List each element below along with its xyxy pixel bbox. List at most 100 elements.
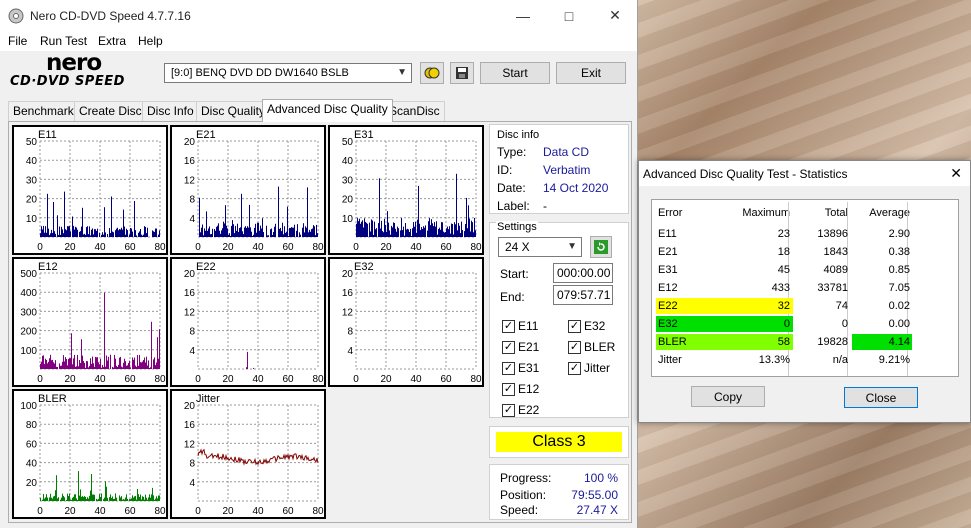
series-bar [245,226,246,237]
y-tick-label: 30 [26,175,38,186]
tab-disc-info[interactable]: Disc Info [142,101,199,121]
statistics-dialog: Advanced Disc Quality Test - Statistics … [638,160,971,423]
series-bar [77,354,78,369]
checkbox-label: E21 [518,340,540,354]
checkbox-e32[interactable]: ✓ E32 [568,319,605,333]
close-button[interactable]: Close [844,387,918,408]
tab-create-disc[interactable]: Create Disc [74,101,147,121]
series-bar [141,234,142,237]
series-bar [64,191,65,237]
series-bar [455,224,456,237]
series-bar [139,496,140,501]
checkbox-jitter[interactable]: ✓ Jitter [568,361,610,375]
series-bar [50,354,51,369]
logo-cddvd-text: CD·DVD SPEED [10,74,125,89]
series-bar [308,232,309,237]
series-bar [139,354,140,369]
app-icon [8,8,24,24]
series-bar [55,490,56,501]
copy-button[interactable]: Copy [691,386,765,407]
y-tick-label: 40 [26,156,38,167]
series-bar [126,365,127,369]
series-bar [83,361,84,369]
series-bar [235,225,236,237]
drive-select[interactable]: [9:0] BENQ DVD DD DW1640 BSLB ▼ [164,63,412,83]
series-bar [73,496,74,501]
save-button[interactable] [450,62,474,84]
checkbox-label: E11 [518,319,539,333]
stats-cell-avg: 4.14 [888,336,910,348]
x-tick-label: 0 [37,374,43,385]
refresh-button[interactable] [590,236,612,258]
x-tick-label: 20 [64,242,76,253]
series-bar [144,499,145,501]
series-bar [153,359,154,369]
series-bar [133,497,134,501]
x-tick-label: 0 [37,506,43,517]
series-bar [86,227,87,237]
menu-help[interactable]: Help [138,34,163,48]
checkbox-e31[interactable]: ✓ E31 [502,361,539,375]
refresh-icon [594,240,608,254]
series-bar [468,205,469,237]
series-bar [414,226,415,237]
y-tick-label: 20 [184,401,196,412]
series-bar [302,227,303,237]
series-bar [218,223,219,237]
x-tick-label: 20 [222,374,234,385]
checkbox-bler[interactable]: ✓ BLER [568,340,615,354]
series-bar [109,228,110,237]
maximize-icon[interactable]: □ [546,0,592,31]
series-bar [150,497,151,501]
tab-advanced-disc-quality[interactable]: Advanced Disc Quality [262,99,393,122]
series-bar [45,497,46,501]
menu-file[interactable]: File [8,34,27,48]
series-bar [223,221,224,237]
series-bar [400,230,401,237]
start-field[interactable]: 000:00.00 [553,263,613,283]
series-bar [462,230,463,237]
eject-button[interactable] [420,62,444,84]
series-bar [294,224,295,237]
series-bar [130,367,131,369]
y-tick-label: 8 [347,327,353,338]
main-window: Nero CD-DVD Speed 4.7.7.16 — □ ✕ File Ru… [0,0,638,528]
series-bar [154,357,155,369]
dialog-close-icon[interactable]: ✕ [950,165,962,182]
speed-select[interactable]: 24 X ▼ [498,237,582,257]
checkbox-e11[interactable]: ✓ E11 [502,319,538,333]
chart-e32: 20 16 12 8 4 0 20 40 60 80 E32 [328,257,484,387]
y-tick-label: 12 [184,439,196,450]
close-icon[interactable]: ✕ [592,0,637,31]
tab-benchmark[interactable]: Benchmark [8,101,79,121]
tab-disc-quality[interactable]: Disc Quality [196,101,271,121]
x-tick-label: 80 [312,242,324,253]
series-bar [62,493,63,501]
start-button[interactable]: Start [480,62,550,84]
series-bar [142,235,143,237]
series-bar [123,499,124,501]
menu-extra[interactable]: Extra [98,34,126,48]
series-bar [97,228,98,237]
series-bar [56,366,57,369]
exit-button[interactable]: Exit [556,62,626,84]
series-bar [428,221,429,237]
position-label: Position: [500,488,547,502]
series-bar [270,229,271,237]
menu-run-test[interactable]: Run Test [40,34,87,48]
y-tick-label: 4 [189,346,195,357]
series-bar [46,360,47,369]
checkbox-e22[interactable]: ✓ E22 [502,403,539,417]
series-bar [95,356,96,369]
series-bar [210,234,211,237]
series-bar [425,225,426,237]
y-tick-label: 16 [184,420,196,431]
tab-scandisc[interactable]: ScanDisc [384,101,445,121]
y-tick-label: 60 [26,439,38,450]
checkbox-e21[interactable]: ✓ E21 [502,340,539,354]
series-bar [87,226,88,237]
series-bar [268,235,269,237]
minimize-icon[interactable]: — [500,0,546,31]
end-field[interactable]: 079:57.71 [553,285,613,305]
checkbox-e12[interactable]: ✓ E12 [502,382,539,396]
